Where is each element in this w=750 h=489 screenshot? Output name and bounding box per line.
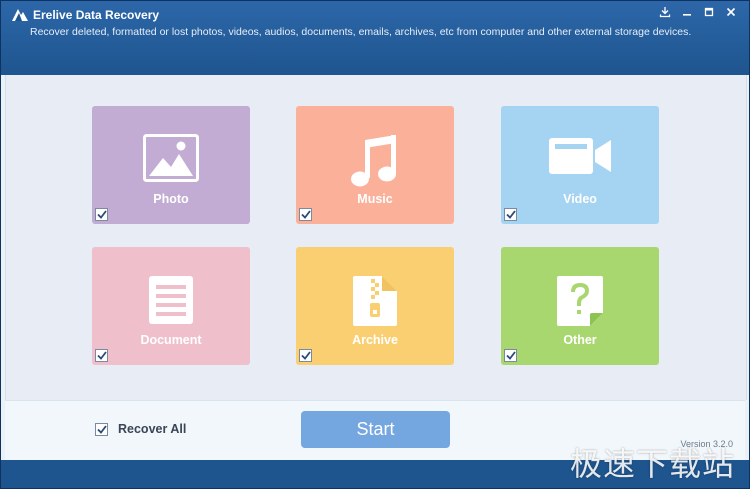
app-window: Erelive Data Recovery Recover deleted, f… [0, 0, 750, 489]
tile-document-label: Document [140, 333, 202, 347]
window-controls [655, 4, 741, 20]
photo-icon [143, 134, 199, 182]
archive-icon [353, 276, 397, 326]
watermark-text: 极速下载站 [569, 445, 735, 483]
tile-photo[interactable]: Photo [92, 106, 250, 224]
start-button[interactable]: Start [301, 411, 450, 448]
recover-all-checkbox[interactable] [95, 422, 108, 436]
document-icon [149, 276, 193, 324]
title-bar: Erelive Data Recovery Recover deleted, f… [1, 1, 749, 75]
tile-music-checkbox[interactable] [299, 208, 312, 221]
video-icon [549, 138, 611, 174]
tile-photo-label: Photo [153, 192, 189, 206]
tile-other-label: Other [563, 333, 597, 347]
music-icon [351, 135, 396, 187]
tile-document-checkbox[interactable] [95, 349, 108, 362]
tile-video-checkbox[interactable] [504, 208, 517, 221]
tile-document[interactable]: Document [92, 247, 250, 365]
recover-all-label: Recover All [118, 422, 187, 436]
close-icon[interactable] [721, 4, 741, 20]
tile-music-label: Music [357, 192, 393, 206]
tile-video-label: Video [563, 192, 597, 206]
download-icon[interactable] [655, 4, 675, 20]
app-subtitle: Recover deleted, formatted or lost photo… [30, 26, 692, 38]
tile-other-checkbox[interactable] [504, 349, 517, 362]
file-type-panel: Photo Music Video Document Archive Other [5, 75, 747, 400]
minimize-icon[interactable] [677, 4, 697, 20]
app-title: Erelive Data Recovery [33, 8, 160, 22]
tile-archive-label: Archive [352, 333, 398, 347]
tile-video[interactable]: Video [501, 106, 659, 224]
restore-icon[interactable] [699, 4, 719, 20]
tile-archive[interactable]: Archive [296, 247, 454, 365]
app-logo-icon [12, 9, 28, 21]
tile-archive-checkbox[interactable] [299, 349, 312, 362]
tile-music[interactable]: Music [296, 106, 454, 224]
recover-all-toggle[interactable]: Recover All [95, 422, 186, 436]
tile-photo-checkbox[interactable] [95, 208, 108, 221]
tile-other[interactable]: Other [501, 247, 659, 365]
question-icon [557, 276, 603, 326]
